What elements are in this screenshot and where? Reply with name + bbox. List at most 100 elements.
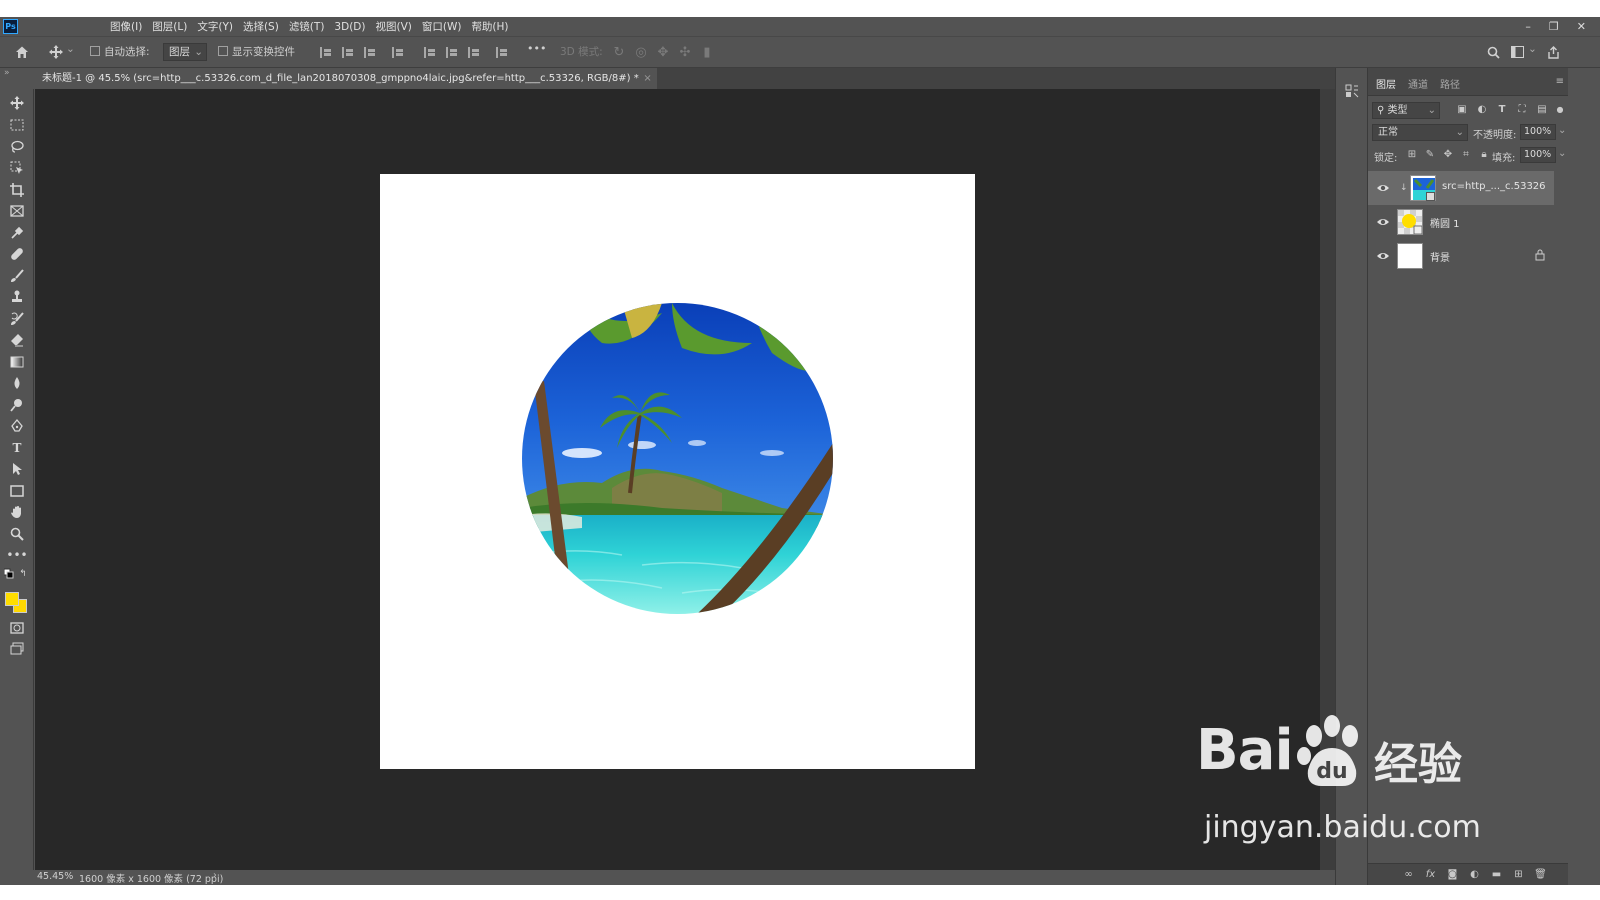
more-options-button[interactable]: ••• bbox=[527, 42, 546, 55]
crop-tool-icon[interactable] bbox=[9, 182, 25, 198]
menu-image[interactable]: 图像(I) bbox=[110, 19, 142, 34]
3d-roll-icon[interactable]: ◎ bbox=[632, 43, 650, 61]
close-button[interactable]: ✕ bbox=[1577, 20, 1586, 33]
home-icon[interactable] bbox=[13, 43, 31, 61]
circle-clipped-beach-photo[interactable] bbox=[522, 303, 833, 614]
type-tool-icon[interactable]: T bbox=[9, 440, 25, 456]
layer-row-ellipse[interactable]: 椭圆 1 bbox=[1368, 205, 1554, 239]
menu-select[interactable]: 选择(S) bbox=[243, 19, 279, 34]
history-brush-tool-icon[interactable] bbox=[9, 311, 25, 327]
layer-style-fx-icon[interactable]: fx bbox=[1424, 868, 1437, 881]
layer-name-ellipse[interactable]: 椭圆 1 bbox=[1430, 215, 1460, 230]
filter-type-icon[interactable]: T bbox=[1496, 104, 1508, 116]
filter-shape-icon[interactable]: ⛶ bbox=[1516, 104, 1528, 116]
distribute-vertical-icon[interactable] bbox=[392, 47, 403, 58]
eye-icon[interactable] bbox=[1376, 249, 1390, 263]
close-tab-icon[interactable]: × bbox=[643, 68, 651, 89]
3d-pan-icon[interactable]: ✥ bbox=[654, 43, 672, 61]
eyedropper-tool-icon[interactable] bbox=[9, 225, 25, 241]
3d-rotate-icon[interactable]: ↻ bbox=[610, 43, 628, 61]
tool-preset-chevron-icon[interactable]: ⌄ bbox=[66, 43, 75, 55]
menu-3d[interactable]: 3D(D) bbox=[334, 21, 365, 33]
auto-select-checkbox[interactable]: 自动选择: bbox=[90, 44, 150, 59]
layer-thumbnail-ellipse[interactable] bbox=[1397, 209, 1423, 235]
lock-image-icon[interactable]: ✎ bbox=[1424, 149, 1436, 161]
tab-layers[interactable]: 图层 bbox=[1376, 76, 1396, 91]
blur-tool-icon[interactable] bbox=[9, 375, 25, 391]
3d-slide-icon[interactable]: ✣ bbox=[676, 43, 694, 61]
document-canvas[interactable] bbox=[380, 174, 975, 769]
quick-mask-icon[interactable] bbox=[9, 620, 25, 636]
screen-mode-icon[interactable] bbox=[9, 641, 25, 657]
eye-icon[interactable] bbox=[1376, 181, 1390, 195]
marquee-tool-icon[interactable] bbox=[9, 117, 25, 133]
distribute-horizontal-icon[interactable] bbox=[496, 47, 507, 58]
workspace-icon[interactable] bbox=[1508, 43, 1526, 61]
foreground-color-swatch[interactable] bbox=[5, 592, 19, 606]
add-mask-icon[interactable]: ◙ bbox=[1446, 868, 1459, 881]
new-layer-icon[interactable]: ⊞ bbox=[1512, 868, 1525, 881]
share-icon[interactable] bbox=[1544, 43, 1562, 61]
lock-transparent-icon[interactable]: ⊞ bbox=[1406, 149, 1418, 161]
clone-stamp-tool-icon[interactable] bbox=[9, 289, 25, 305]
canvas-area[interactable] bbox=[35, 89, 1320, 870]
pen-tool-icon[interactable] bbox=[9, 418, 25, 434]
align-bottom-icon[interactable] bbox=[468, 47, 479, 58]
auto-select-target-dropdown[interactable]: 图层 ⌄ bbox=[163, 43, 207, 61]
new-group-icon[interactable]: ▬ bbox=[1490, 868, 1503, 881]
lock-all-icon[interactable]: 🔒︎ bbox=[1478, 149, 1490, 161]
move-icon[interactable] bbox=[47, 43, 65, 61]
dodge-tool-icon[interactable] bbox=[9, 397, 25, 413]
default-colors-icon[interactable] bbox=[4, 568, 14, 579]
brush-tool-icon[interactable] bbox=[9, 268, 25, 284]
align-left-icon[interactable] bbox=[320, 47, 331, 58]
layer-row-photo[interactable]: ↓ src=http_..._c.53326 bbox=[1368, 171, 1554, 205]
path-selection-tool-icon[interactable] bbox=[9, 461, 25, 477]
document-tab[interactable]: 未标题-1 @ 45.5% (src=http___c.53326.com_d_… bbox=[36, 68, 657, 89]
menu-help[interactable]: 帮助(H) bbox=[471, 19, 508, 34]
blend-mode-dropdown[interactable]: 正常 ⌄ bbox=[1372, 124, 1468, 141]
properties-panel-icon[interactable] bbox=[1345, 84, 1361, 100]
layer-filter-dropdown[interactable]: ⚲ 类型 ⌄ bbox=[1372, 102, 1440, 119]
layer-row-background[interactable]: 背景 bbox=[1368, 239, 1554, 273]
eye-icon[interactable] bbox=[1376, 215, 1390, 229]
hand-tool-icon[interactable] bbox=[9, 504, 25, 520]
zoom-level[interactable]: 45.45% bbox=[37, 871, 73, 882]
move-tool-icon[interactable] bbox=[9, 95, 25, 111]
minimize-button[interactable]: – bbox=[1525, 20, 1531, 33]
edit-toolbar-icon[interactable]: ••• bbox=[6, 547, 27, 563]
opacity-chevron-icon[interactable]: ⌄ bbox=[1558, 125, 1566, 136]
align-hcenter-icon[interactable] bbox=[342, 47, 353, 58]
layer-thumbnail-background[interactable] bbox=[1397, 243, 1423, 269]
menu-window[interactable]: 窗口(W) bbox=[422, 19, 462, 34]
lock-artboard-icon[interactable]: ⌗ bbox=[1460, 149, 1472, 161]
panel-menu-icon[interactable]: ≡ bbox=[1556, 76, 1564, 87]
tab-paths[interactable]: 路径 bbox=[1440, 76, 1460, 91]
fill-chevron-icon[interactable]: ⌄ bbox=[1558, 148, 1566, 159]
healing-brush-tool-icon[interactable] bbox=[9, 246, 25, 262]
adjustment-layer-icon[interactable]: ◐ bbox=[1468, 868, 1481, 881]
filter-adjustment-icon[interactable]: ◐ bbox=[1476, 104, 1488, 116]
delete-layer-icon[interactable]: 🗑︎ bbox=[1534, 868, 1547, 881]
menu-view[interactable]: 视图(V) bbox=[375, 19, 411, 34]
menu-filter[interactable]: 滤镜(T) bbox=[289, 19, 325, 34]
swap-colors-icon[interactable]: ↰ bbox=[18, 569, 28, 579]
status-menu-arrow-icon[interactable]: › bbox=[213, 870, 217, 881]
align-vcenter-icon[interactable] bbox=[446, 47, 457, 58]
layer-name-background[interactable]: 背景 bbox=[1430, 249, 1450, 264]
eraser-tool-icon[interactable] bbox=[9, 332, 25, 348]
zoom-tool-icon[interactable] bbox=[9, 526, 25, 542]
3d-camera-icon[interactable]: ▮ bbox=[698, 43, 716, 61]
link-layers-icon[interactable]: ∞ bbox=[1402, 868, 1415, 881]
filter-smart-object-icon[interactable]: ▤ bbox=[1536, 104, 1548, 116]
layer-name-photo[interactable]: src=http_..._c.53326 bbox=[1442, 181, 1546, 192]
align-right-icon[interactable] bbox=[364, 47, 375, 58]
tab-channels[interactable]: 通道 bbox=[1408, 76, 1428, 91]
frame-tool-icon[interactable] bbox=[9, 203, 25, 219]
lock-position-icon[interactable]: ✥ bbox=[1442, 149, 1454, 161]
menu-layer[interactable]: 图层(L) bbox=[152, 19, 187, 34]
toolbar-collapse-icon[interactable]: » bbox=[4, 68, 10, 78]
workspace-chevron-icon[interactable]: ⌄ bbox=[1528, 43, 1537, 55]
rectangle-tool-icon[interactable] bbox=[9, 483, 25, 499]
restore-button[interactable]: ❐ bbox=[1549, 20, 1559, 33]
